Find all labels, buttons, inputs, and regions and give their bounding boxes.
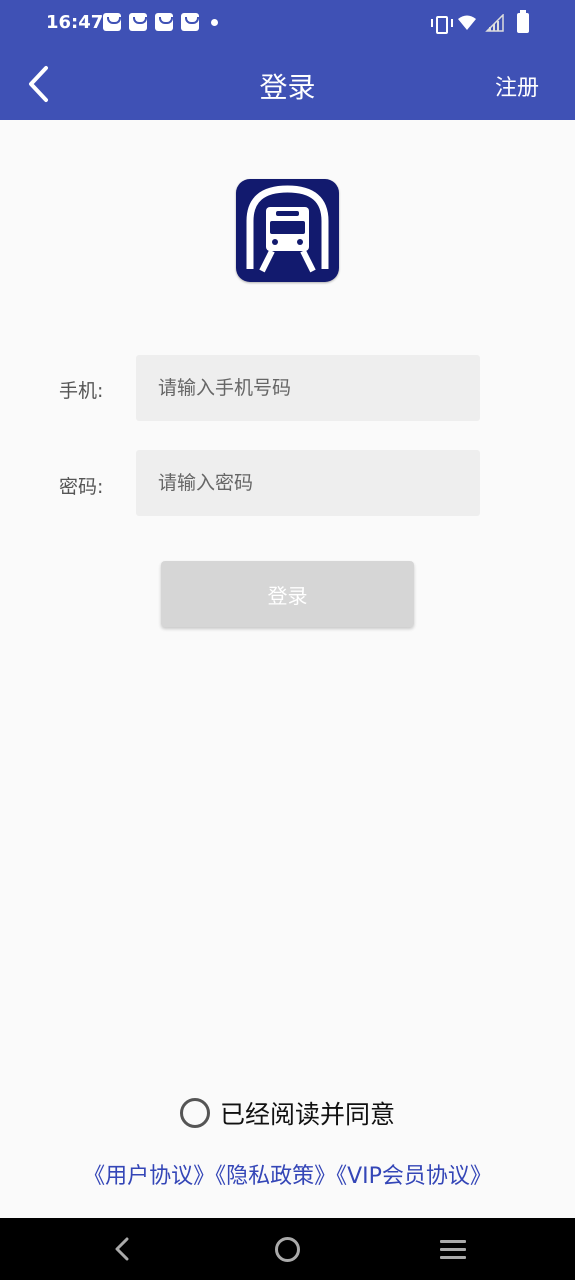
- status-time: 16:47: [46, 12, 104, 33]
- agree-radio[interactable]: [179, 1098, 210, 1128]
- privacy-policy-link[interactable]: 《隐私政策》: [215, 1164, 336, 1189]
- status-bar: 16:47: [0, 0, 575, 48]
- phone-input[interactable]: [136, 355, 480, 421]
- home-icon[interactable]: [275, 1237, 300, 1262]
- password-input[interactable]: [136, 450, 480, 516]
- app-logo: [236, 179, 339, 282]
- notification-bag-icon: [129, 13, 147, 31]
- phone-label: 手机:: [59, 380, 104, 402]
- vip-agreement-link[interactable]: 《VIP会员协议》: [336, 1164, 492, 1189]
- notification-bag-icon: [181, 13, 199, 31]
- back-icon: [115, 1237, 129, 1261]
- notification-bag-icon: [103, 13, 121, 31]
- vibrate-icon: [431, 14, 453, 34]
- back-button[interactable]: [20, 62, 60, 106]
- user-agreement-link[interactable]: 《用户协议》: [83, 1164, 215, 1189]
- register-button[interactable]: 注册: [495, 70, 539, 102]
- system-icons: [431, 12, 505, 34]
- dot-icon: [211, 19, 218, 26]
- train-logo-icon: [246, 185, 329, 273]
- agreement-links: 《用户协议》《隐私政策》《VIP会员协议》: [0, 1158, 575, 1190]
- battery-icon: [517, 10, 529, 33]
- nav-back-button[interactable]: [108, 1234, 138, 1264]
- chevron-left-icon: [29, 66, 48, 102]
- login-button[interactable]: 登录: [161, 561, 414, 627]
- page-title: 登录: [259, 71, 316, 104]
- agreement-row: 已经阅读并同意: [0, 1095, 575, 1131]
- password-label: 密码:: [59, 476, 104, 498]
- app-bar: 登录 注册: [0, 48, 575, 120]
- system-nav-bar: [0, 1218, 575, 1280]
- notification-bag-icon: [155, 13, 173, 31]
- agree-text[interactable]: 已经阅读并同意: [220, 1095, 395, 1131]
- wifi-icon: [458, 15, 476, 30]
- menu-icon[interactable]: [440, 1240, 466, 1260]
- signal-icon: [485, 14, 504, 32]
